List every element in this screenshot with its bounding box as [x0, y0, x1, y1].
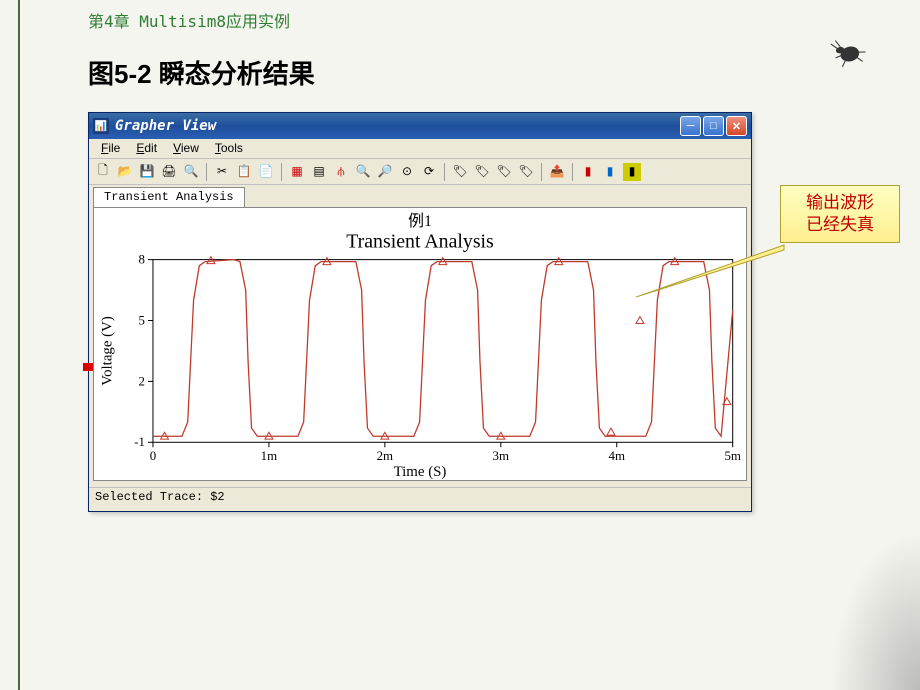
svg-text:3m: 3m — [493, 449, 509, 463]
decorative-left-bar — [18, 0, 20, 690]
separator — [541, 163, 542, 181]
print-icon[interactable]: 🖨 — [159, 162, 179, 182]
cursors-icon[interactable]: ⫛ — [331, 162, 351, 182]
svg-text:Time (S): Time (S) — [394, 464, 447, 480]
marker3-icon[interactable]: 🏷 — [494, 162, 514, 182]
menu-edit[interactable]: Edit — [128, 139, 165, 158]
opt3-icon[interactable]: ▮ — [622, 162, 642, 182]
svg-text:2m: 2m — [377, 449, 393, 463]
separator — [572, 163, 573, 181]
app-icon: 📊 — [93, 118, 109, 134]
grid-icon[interactable]: ▦ — [287, 162, 307, 182]
menu-view[interactable]: View — [165, 139, 207, 158]
svg-text:4m: 4m — [609, 449, 625, 463]
svg-text:2: 2 — [139, 374, 145, 388]
legend-icon[interactable]: ▤ — [309, 162, 329, 182]
svg-text:5m: 5m — [724, 449, 740, 463]
bug-decoration-icon — [825, 30, 874, 72]
annotation-callout: 输出波形 已经失真 — [780, 185, 900, 243]
ink-decoration — [830, 530, 920, 690]
copy-icon[interactable]: 📋 — [234, 162, 254, 182]
opt1-icon[interactable]: ▮ — [578, 162, 598, 182]
zoomin-icon[interactable]: 🔍 — [353, 162, 373, 182]
svg-text:8: 8 — [139, 253, 145, 267]
separator — [206, 163, 207, 181]
grapher-view-window: 📊 Grapher View ─ □ ✕ File Edit View Tool… — [88, 112, 752, 512]
callout-pointer — [636, 242, 796, 312]
maximize-button[interactable]: □ — [703, 116, 724, 136]
preview-icon[interactable]: 🔍 — [181, 162, 201, 182]
separator — [444, 163, 445, 181]
cut-icon[interactable]: ✂ — [212, 162, 232, 182]
callout-text: 输出波形 已经失真 — [806, 192, 874, 236]
minimize-button[interactable]: ─ — [680, 116, 701, 136]
chapter-title: 第4章 Multisim8应用实例 — [88, 8, 290, 32]
marker2-icon[interactable]: 🏷 — [472, 162, 492, 182]
separator — [281, 163, 282, 181]
red-marker — [83, 363, 93, 371]
svg-text:例1: 例1 — [408, 212, 432, 230]
window-title: Grapher View — [115, 118, 680, 134]
save-icon[interactable]: 💾 — [137, 162, 157, 182]
menu-tools[interactable]: Tools — [207, 139, 251, 158]
opt2-icon[interactable]: ▮ — [600, 162, 620, 182]
zoomout-icon[interactable]: 🔎 — [375, 162, 395, 182]
close-button[interactable]: ✕ — [726, 116, 747, 136]
figure-title: 图5-2 瞬态分析结果 — [88, 54, 315, 91]
window-titlebar[interactable]: 📊 Grapher View ─ □ ✕ — [89, 113, 751, 139]
paste-icon[interactable]: 📄 — [256, 162, 276, 182]
tab-row: Transient Analysis — [89, 185, 751, 207]
statusbar: Selected Trace: $2 — [89, 487, 751, 507]
tab-transient[interactable]: Transient Analysis — [93, 187, 245, 207]
open-icon[interactable]: 📂 — [115, 162, 135, 182]
svg-text:5: 5 — [139, 313, 145, 327]
svg-text:Voltage (V): Voltage (V) — [99, 316, 115, 386]
toolbar: 🗋 📂 💾 🖨 🔍 ✂ 📋 📄 ▦ ▤ ⫛ 🔍 🔎 ⊙ ⟳ 🏷 🏷 🏷 🏷 📤 … — [89, 159, 751, 185]
svg-text:-1: -1 — [134, 435, 145, 449]
svg-text:0: 0 — [150, 449, 156, 463]
marker1-icon[interactable]: 🏷 — [450, 162, 470, 182]
export-icon[interactable]: 📤 — [547, 162, 567, 182]
svg-text:1m: 1m — [261, 449, 277, 463]
menubar: File Edit View Tools — [89, 139, 751, 159]
menu-file[interactable]: File — [93, 139, 128, 158]
svg-text:Transient Analysis: Transient Analysis — [346, 231, 494, 253]
marker4-icon[interactable]: 🏷 — [516, 162, 536, 182]
restore-icon[interactable]: ⟳ — [419, 162, 439, 182]
new-icon[interactable]: 🗋 — [93, 162, 113, 182]
zoomfit-icon[interactable]: ⊙ — [397, 162, 417, 182]
